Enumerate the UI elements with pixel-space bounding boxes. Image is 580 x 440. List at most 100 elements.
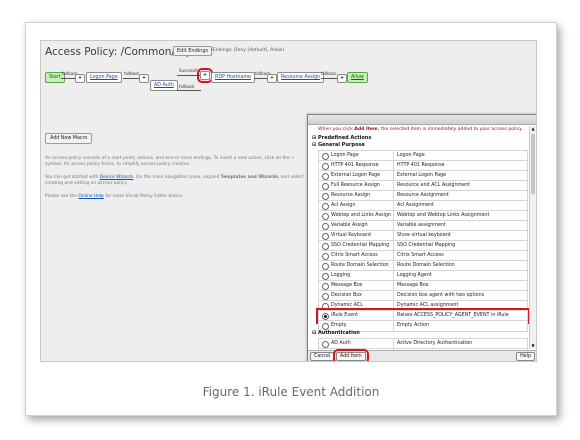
edge-label: fallback	[321, 71, 337, 76]
edge-label: fallback	[124, 71, 140, 76]
action-description: External Logon Page	[397, 173, 447, 178]
radio-button[interactable]	[322, 263, 329, 270]
insert-plus-highlighted[interactable]: +	[196, 68, 214, 83]
action-name: Route Domain Selection	[331, 263, 389, 268]
cancel-button[interactable]: Cancel	[310, 352, 335, 361]
help-paragraph-1: An access policy consists of a start poi…	[45, 156, 295, 167]
action-name: Acl Assign	[331, 203, 356, 208]
action-name: SSO Credential Mapping	[331, 243, 390, 248]
radio-button[interactable]	[322, 253, 329, 260]
add-item-button[interactable]: Add Item	[333, 349, 369, 361]
radio-button[interactable]	[322, 193, 329, 200]
rdp-hostname-node[interactable]: RDP Hostname	[211, 72, 255, 83]
policy-flow: Start fallback + Logon Page fallback + A…	[45, 63, 325, 113]
action-description: Decision box agent with two options	[397, 293, 485, 298]
action-description: Raises ACCESS_POLICY_AGENT_EVENT in iRul…	[397, 313, 509, 318]
radio-button[interactable]	[322, 223, 329, 230]
screenshot-area: Access Policy: /Common/rdptest Edit Endi…	[40, 40, 537, 362]
radio-button[interactable]	[322, 323, 329, 330]
edge-resource-allow	[321, 78, 337, 79]
action-description: Dynamic ACL assignment	[397, 303, 459, 308]
action-name: Webtop and Links Assign	[331, 213, 391, 218]
radio-button[interactable]	[322, 183, 329, 190]
action-description: HTTP 401 Response	[397, 163, 445, 168]
dialog-footer: Cancel Add Item Help	[308, 349, 536, 361]
insert-plus-4[interactable]: +	[267, 74, 278, 83]
radio-button[interactable]	[322, 173, 329, 180]
resource-assign-node[interactable]: Resource Assign	[277, 72, 325, 83]
edit-endings-button[interactable]: Edit Endings	[173, 46, 213, 56]
help-paragraph-2: You can get started with Device Wizards.…	[45, 175, 304, 186]
action-description: Resource and ACL Assignment	[397, 183, 471, 188]
online-help-link[interactable]: Online Help	[78, 194, 104, 199]
action-description: Logging Agent	[397, 273, 432, 278]
edge-label: Successful	[179, 68, 201, 73]
action-name: HTTP 401 Response	[331, 163, 379, 168]
edge-ad-fallback	[177, 90, 201, 91]
action-name: Decision Box	[331, 293, 362, 298]
action-description: Active Directory Authentication	[397, 341, 473, 346]
category-authentication[interactable]: ⊟ Authentication	[312, 330, 360, 336]
action-description: Message Box	[397, 283, 429, 288]
help-button[interactable]: Help	[516, 352, 535, 361]
action-description: Show virtual keyboard	[397, 233, 451, 238]
action-description: Acl Assignment	[397, 203, 434, 208]
insert-plus-1[interactable]: +	[75, 74, 86, 83]
action-name: Variable Assign	[331, 223, 368, 228]
action-name: Logging	[331, 273, 351, 278]
radio-button[interactable]	[322, 293, 329, 300]
figure-caption: Figure 1. iRule Event Addition	[202, 385, 380, 399]
add-item-dialog: When you click Add Item, the selected it…	[307, 114, 536, 361]
ad-auth-node[interactable]: AD Auth	[150, 80, 178, 91]
dialog-titlebar[interactable]	[308, 115, 536, 125]
action-description: SSO Credential Mapping	[397, 243, 456, 248]
action-description: Citrix Smart Access	[397, 253, 444, 258]
action-name: Virtual Keyboard	[331, 233, 371, 238]
radio-button[interactable]	[322, 243, 329, 250]
figure-card: Access Policy: /Common/rdptest Edit Endi…	[25, 22, 557, 416]
action-name: iRule Event	[331, 313, 359, 318]
action-name: Message Box	[331, 283, 363, 288]
action-name: Empty	[331, 323, 347, 328]
column-divider	[393, 321, 394, 331]
edge-ad-success	[177, 75, 201, 76]
scroll-thumb[interactable]	[531, 134, 535, 194]
help-paragraph-3: Please see the Online Help for more Visu…	[45, 194, 184, 199]
scroll-up-icon[interactable]: ▲	[530, 126, 536, 132]
action-description: Route Domain Selection	[397, 263, 455, 268]
radio-button[interactable]	[322, 341, 329, 348]
action-name: Dynamic ACL	[331, 303, 363, 308]
radio-button[interactable]	[322, 233, 329, 240]
radio-button[interactable]	[322, 283, 329, 290]
endings-note: (Endings: Deny [default], Allow)	[211, 48, 285, 53]
scroll-down-icon[interactable]: ▼	[530, 343, 536, 349]
logon-page-node[interactable]: Logon Page	[86, 72, 122, 83]
radio-button[interactable]	[322, 153, 329, 160]
action-description: Logon Page	[397, 153, 425, 158]
radio-button[interactable]	[322, 163, 329, 170]
action-name: Full Resource Assign	[331, 183, 380, 188]
action-description: Empty Action	[397, 323, 430, 328]
action-description: Webtop and Webtop Links Assignment	[397, 213, 490, 218]
add-new-macro-button[interactable]: Add New Macro	[45, 133, 93, 144]
radio-button[interactable]	[322, 203, 329, 210]
action-name: Citrix Smart Access	[331, 253, 378, 258]
action-description: Resource Assignment	[397, 193, 449, 198]
device-wizards-link[interactable]: Device Wizards	[100, 175, 134, 180]
insert-plus-2[interactable]: +	[139, 74, 150, 83]
edge-label: fallback	[179, 84, 195, 89]
action-description: Variable assignment	[397, 223, 446, 228]
allow-ending[interactable]: Allow	[347, 72, 368, 83]
radio-button[interactable]	[322, 273, 329, 280]
dialog-info-text: When you click Add Item, the selected it…	[318, 127, 523, 132]
radio-button[interactable]	[322, 313, 329, 320]
radio-button[interactable]	[322, 213, 329, 220]
insert-plus-5[interactable]: +	[337, 74, 348, 83]
category-general-purpose[interactable]: ⊟ General Purpose	[312, 142, 365, 148]
dialog-scrollbar[interactable]: ▲ ▼	[529, 126, 536, 349]
action-name: External Logon Page	[331, 173, 381, 178]
action-name: Resource Assign	[331, 193, 371, 198]
radio-button[interactable]	[322, 303, 329, 310]
action-name: Logon Page	[331, 153, 359, 158]
category-predefined-actions[interactable]: ⊟ Predefined Actions	[312, 135, 371, 141]
